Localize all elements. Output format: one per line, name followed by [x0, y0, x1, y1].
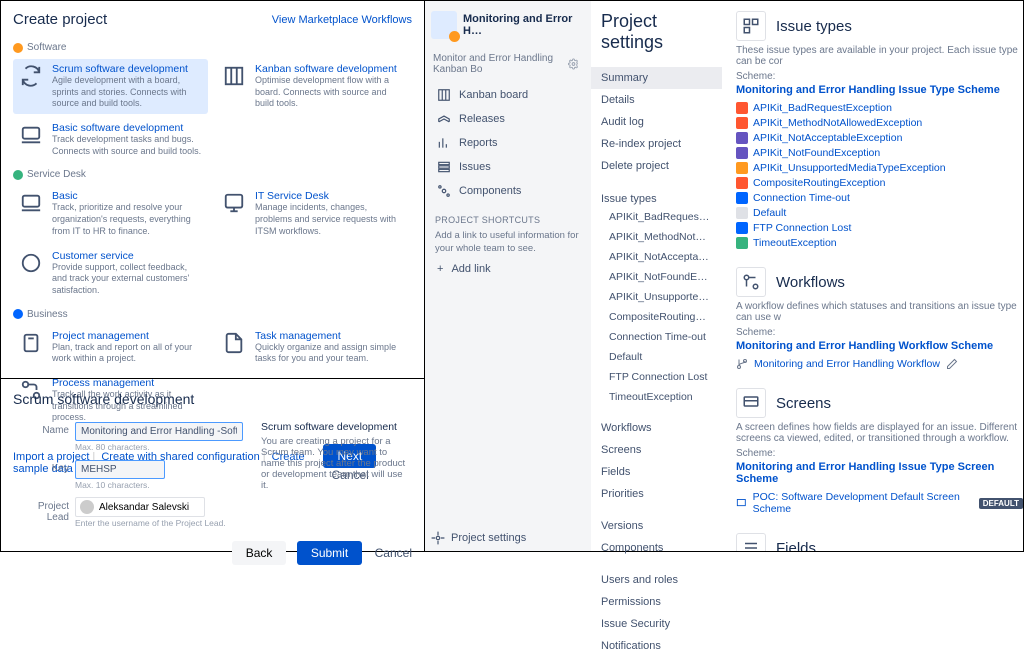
- screens-section: Screens A screen defines how fields are …: [736, 388, 1023, 515]
- issue-type-link[interactable]: APIKit_UnsupportedMediaTypeException: [736, 162, 1023, 174]
- add-link-button[interactable]: +Add link: [431, 258, 585, 280]
- issue-type-link[interactable]: TimeoutException: [736, 237, 1023, 249]
- create-title: Create project: [13, 11, 107, 28]
- issue-type-link[interactable]: APIKit_NotFoundException: [736, 147, 1023, 159]
- settings-nav-item[interactable]: APIKit_BadRequestException: [591, 207, 722, 227]
- fields-icon: [736, 533, 766, 551]
- settings-nav-item[interactable]: APIKit_MethodNotAllowedE…: [591, 227, 722, 247]
- settings-nav-item[interactable]: Details: [591, 89, 722, 111]
- project-logo-icon: [431, 11, 457, 39]
- nav-kanban-board[interactable]: Kanban board: [431, 83, 585, 107]
- gear-icon[interactable]: [568, 57, 579, 71]
- settings-nav-item[interactable]: Audit log: [591, 111, 722, 133]
- settings-nav-item[interactable]: Components: [591, 537, 722, 559]
- settings-nav-item[interactable]: Issue Security: [591, 613, 722, 635]
- settings-nav-item[interactable]: Delete project: [591, 155, 722, 177]
- issue-type-link[interactable]: APIKit_BadRequestException: [736, 102, 1023, 114]
- screen-icon: [736, 497, 747, 509]
- project-settings-link[interactable]: Project settings: [431, 531, 526, 545]
- settings-nav-item[interactable]: Default: [591, 347, 722, 367]
- nav-components[interactable]: Components: [431, 179, 585, 203]
- key-input[interactable]: [75, 460, 165, 479]
- cancel-button-2[interactable]: Cancel: [375, 546, 412, 560]
- settings-nav-item[interactable]: Summary: [591, 67, 722, 89]
- settings-nav-item[interactable]: TimeoutException: [591, 387, 722, 407]
- screen-scheme-link[interactable]: Monitoring and Error Handling Issue Type…: [736, 461, 1023, 485]
- form-title: Scrum software development: [13, 391, 412, 407]
- workflows-section: Workflows A workflow defines which statu…: [736, 267, 1023, 370]
- clipboard-icon: [18, 330, 44, 356]
- nav-reports[interactable]: Reports: [431, 131, 585, 155]
- issue-type-link[interactable]: Default: [736, 207, 1023, 219]
- project-sidebar: Monitoring and Error H… Monitor and Erro…: [425, 1, 591, 551]
- gear-icon: [431, 531, 445, 545]
- avatar-icon: [80, 500, 94, 514]
- settings-nav-item[interactable]: Permissions: [591, 591, 722, 613]
- settings-nav: Project settings SummaryDetailsAudit log…: [591, 1, 722, 551]
- create-project-panel: Create project View Marketplace Workflow…: [1, 1, 424, 379]
- issue-type-link[interactable]: CompositeRoutingException: [736, 177, 1023, 189]
- laptop-icon: [18, 122, 44, 148]
- settings-title: Project settings: [591, 11, 722, 67]
- issue-type-link[interactable]: APIKit_NotAcceptableException: [736, 132, 1023, 144]
- issue-type-link[interactable]: APIKit_MethodNotAllowedException: [736, 117, 1023, 129]
- loop-icon: [18, 63, 44, 89]
- chat-icon: [18, 250, 44, 276]
- fields-section: Fields: [736, 533, 1023, 551]
- page-icon: [221, 330, 247, 356]
- settings-nav-item[interactable]: APIKit_NotAcceptableExcept…: [591, 247, 722, 267]
- issue-type-link[interactable]: FTP Connection Lost: [736, 222, 1023, 234]
- board-icon: [221, 63, 247, 89]
- settings-main: Issue types These issue types are availa…: [722, 1, 1023, 551]
- nav-releases[interactable]: Releases: [431, 107, 585, 131]
- settings-nav-item[interactable]: Versions: [591, 515, 722, 537]
- settings-nav-item[interactable]: Screens: [591, 439, 722, 461]
- template-option-pm[interactable]: Project managementPlan, track and report…: [13, 326, 208, 369]
- template-option-itsd[interactable]: IT Service DeskManage incidents, changes…: [216, 186, 411, 241]
- laptop-icon: [18, 190, 44, 216]
- settings-nav-item[interactable]: Priorities: [591, 483, 722, 505]
- settings-nav-item[interactable]: Connection Time-out: [591, 327, 722, 347]
- edit-icon[interactable]: [946, 358, 958, 370]
- template-option-cs[interactable]: Customer serviceProvide support, collect…: [13, 246, 208, 301]
- template-option-tm[interactable]: Task managementQuickly organize and assi…: [216, 326, 411, 369]
- settings-nav-item[interactable]: APIKit_NotFoundException: [591, 267, 722, 287]
- back-button[interactable]: Back: [232, 541, 287, 565]
- template-option-sdbasic[interactable]: BasicTrack, prioritize and resolve your …: [13, 186, 208, 241]
- screens-icon: [736, 388, 766, 418]
- issue-scheme-link[interactable]: Monitoring and Error Handling Issue Type…: [736, 84, 1023, 96]
- template-option-scrum[interactable]: Scrum software developmentAgile developm…: [13, 59, 208, 114]
- settings-nav-item[interactable]: Fields: [591, 461, 722, 483]
- workflows-icon: [736, 267, 766, 297]
- settings-nav-item[interactable]: Users and roles: [591, 569, 722, 591]
- issue-types-section: Issue types These issue types are availa…: [736, 11, 1023, 249]
- template-option-kanban[interactable]: Kanban software developmentOptimise deve…: [216, 59, 411, 114]
- settings-nav-item[interactable]: CompositeRoutingException: [591, 307, 722, 327]
- name-input[interactable]: [75, 422, 243, 441]
- lead-picker[interactable]: Aleksandar Salevski: [75, 497, 205, 517]
- settings-nav-item[interactable]: APIKit_UnsupportedMediaT…: [591, 287, 722, 307]
- settings-nav-item[interactable]: Workflows: [591, 417, 722, 439]
- issue-types-icon: [736, 11, 766, 41]
- nav-issues[interactable]: Issues: [431, 155, 585, 179]
- branch-icon: [736, 358, 748, 370]
- workflow-scheme-link[interactable]: Monitoring and Error Handling Workflow S…: [736, 340, 1023, 352]
- settings-nav-item[interactable]: FTP Connection Lost: [591, 367, 722, 387]
- issue-type-link[interactable]: Connection Time-out: [736, 192, 1023, 204]
- marketplace-link[interactable]: View Marketplace Workflows: [272, 14, 412, 26]
- settings-nav-item[interactable]: Notifications: [591, 635, 722, 657]
- template-option-basic[interactable]: Basic software developmentTrack developm…: [13, 118, 208, 161]
- submit-button[interactable]: Submit: [297, 541, 362, 565]
- settings-nav-item[interactable]: Re-index project: [591, 133, 722, 155]
- monitor-icon: [221, 190, 247, 216]
- project-form-panel: Scrum software development Name Max. 80 …: [1, 379, 424, 577]
